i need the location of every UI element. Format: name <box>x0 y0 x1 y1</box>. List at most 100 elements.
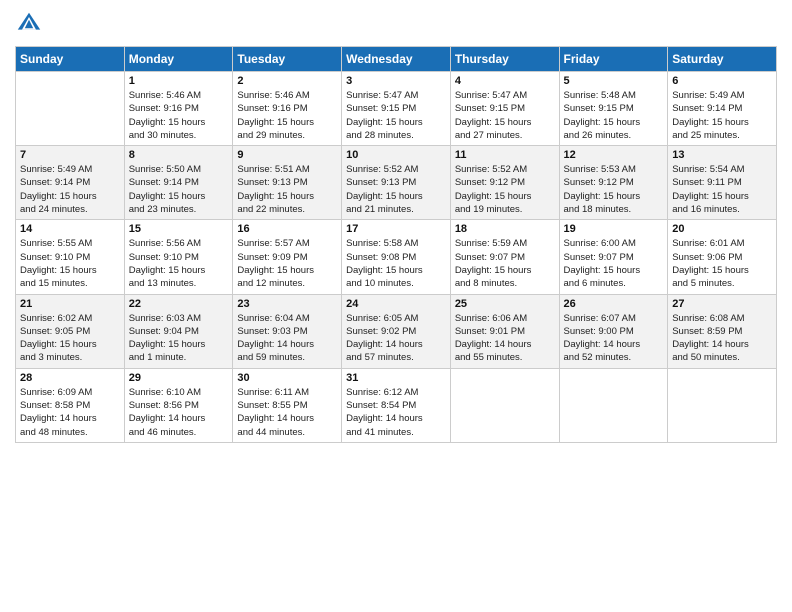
calendar-cell: 2Sunrise: 5:46 AM Sunset: 9:16 PM Daylig… <box>233 72 342 146</box>
calendar-cell: 1Sunrise: 5:46 AM Sunset: 9:16 PM Daylig… <box>124 72 233 146</box>
day-info: Sunrise: 6:02 AM Sunset: 9:05 PM Dayligh… <box>20 312 120 365</box>
day-info: Sunrise: 6:00 AM Sunset: 9:07 PM Dayligh… <box>564 237 664 290</box>
day-number: 11 <box>455 149 555 161</box>
day-number: 4 <box>455 75 555 87</box>
calendar-cell: 23Sunrise: 6:04 AM Sunset: 9:03 PM Dayli… <box>233 294 342 368</box>
weekday-header-sunday: Sunday <box>16 47 125 72</box>
day-number: 6 <box>672 75 772 87</box>
day-info: Sunrise: 6:11 AM Sunset: 8:55 PM Dayligh… <box>237 386 337 439</box>
calendar-week-row: 21Sunrise: 6:02 AM Sunset: 9:05 PM Dayli… <box>16 294 777 368</box>
calendar-cell: 15 Sunrise: 5:56 AM Sunset: 9:10 PM Dayli… <box>124 220 233 294</box>
calendar-cell: 27 Sunrise: 6:08 AM Sunset: 8:59 PM Dayli… <box>668 294 777 368</box>
calendar-cell: 4 Sunrise: 5:47 AM Sunset: 9:15 PM Daylig… <box>450 72 559 146</box>
day-info: Sunrise: 5:51 AM Sunset: 9:13 PM Dayligh… <box>237 163 337 216</box>
day-number: 12 <box>564 149 664 161</box>
day-number: 8 <box>129 149 229 161</box>
day-number: 7 <box>20 149 120 161</box>
day-info: Sunrise: 5:50 AM Sunset: 9:14 PM Dayligh… <box>129 163 229 216</box>
day-number: 16 <box>237 223 337 235</box>
day-number: 14 <box>20 223 120 235</box>
day-info: Sunrise: 6:10 AM Sunset: 8:56 PM Dayligh… <box>129 386 229 439</box>
calendar-cell <box>16 72 125 146</box>
weekday-header-saturday: Saturday <box>668 47 777 72</box>
calendar-cell: 24 Sunrise: 6:05 AM Sunset: 9:02 PM Dayli… <box>342 294 451 368</box>
calendar-week-row: 7 Sunrise: 5:49 AM Sunset: 9:14 PM Daylig… <box>16 146 777 220</box>
weekday-header-friday: Friday <box>559 47 668 72</box>
calendar-cell: 10 Sunrise: 5:52 AM Sunset: 9:13 PM Dayli… <box>342 146 451 220</box>
day-info: Sunrise: 6:08 AM Sunset: 8:59 PM Dayligh… <box>672 312 772 365</box>
day-number: 27 <box>672 298 772 310</box>
day-info: Sunrise: 5:55 AM Sunset: 9:10 PM Dayligh… <box>20 237 120 290</box>
calendar-cell: 11 Sunrise: 5:52 AM Sunset: 9:12 PM Dayli… <box>450 146 559 220</box>
calendar-table: SundayMondayTuesdayWednesdayThursdayFrid… <box>15 46 777 443</box>
weekday-header-tuesday: Tuesday <box>233 47 342 72</box>
calendar-cell: 7 Sunrise: 5:49 AM Sunset: 9:14 PM Daylig… <box>16 146 125 220</box>
day-info: Sunrise: 6:06 AM Sunset: 9:01 PM Dayligh… <box>455 312 555 365</box>
calendar-cell: 26 Sunrise: 6:07 AM Sunset: 9:00 PM Dayli… <box>559 294 668 368</box>
day-number: 31 <box>346 372 446 384</box>
day-info: Sunrise: 6:05 AM Sunset: 9:02 PM Dayligh… <box>346 312 446 365</box>
day-info: Sunrise: 5:52 AM Sunset: 9:12 PM Dayligh… <box>455 163 555 216</box>
day-number: 18 <box>455 223 555 235</box>
calendar-cell: 16 Sunrise: 5:57 AM Sunset: 9:09 PM Dayli… <box>233 220 342 294</box>
day-info: Sunrise: 5:49 AM Sunset: 9:14 PM Dayligh… <box>20 163 120 216</box>
weekday-header-row: SundayMondayTuesdayWednesdayThursdayFrid… <box>16 47 777 72</box>
weekday-header-thursday: Thursday <box>450 47 559 72</box>
day-number: 25 <box>455 298 555 310</box>
calendar-cell: 8 Sunrise: 5:50 AM Sunset: 9:14 PM Daylig… <box>124 146 233 220</box>
calendar-cell: 17 Sunrise: 5:58 AM Sunset: 9:08 PM Dayli… <box>342 220 451 294</box>
calendar-cell: 3Sunrise: 5:47 AM Sunset: 9:15 PM Daylig… <box>342 72 451 146</box>
calendar-cell: 18 Sunrise: 5:59 AM Sunset: 9:07 PM Dayli… <box>450 220 559 294</box>
day-number: 20 <box>672 223 772 235</box>
calendar-cell: 20 Sunrise: 6:01 AM Sunset: 9:06 PM Dayli… <box>668 220 777 294</box>
day-info: Sunrise: 6:04 AM Sunset: 9:03 PM Dayligh… <box>237 312 337 365</box>
calendar-cell: 29Sunrise: 6:10 AM Sunset: 8:56 PM Dayli… <box>124 368 233 442</box>
day-number: 15 <box>129 223 229 235</box>
calendar-cell: 12 Sunrise: 5:53 AM Sunset: 9:12 PM Dayli… <box>559 146 668 220</box>
day-number: 24 <box>346 298 446 310</box>
calendar-cell: 9 Sunrise: 5:51 AM Sunset: 9:13 PM Daylig… <box>233 146 342 220</box>
weekday-header-monday: Monday <box>124 47 233 72</box>
calendar-week-row: 28 Sunrise: 6:09 AM Sunset: 8:58 PM Dayli… <box>16 368 777 442</box>
day-info: Sunrise: 6:01 AM Sunset: 9:06 PM Dayligh… <box>672 237 772 290</box>
day-info: Sunrise: 5:59 AM Sunset: 9:07 PM Dayligh… <box>455 237 555 290</box>
calendar-cell: 19 Sunrise: 6:00 AM Sunset: 9:07 PM Dayli… <box>559 220 668 294</box>
calendar-cell <box>668 368 777 442</box>
calendar-cell: 30 Sunrise: 6:11 AM Sunset: 8:55 PM Dayli… <box>233 368 342 442</box>
day-number: 3 <box>346 75 446 87</box>
day-info: Sunrise: 6:07 AM Sunset: 9:00 PM Dayligh… <box>564 312 664 365</box>
day-info: Sunrise: 5:54 AM Sunset: 9:11 PM Dayligh… <box>672 163 772 216</box>
header <box>15 10 777 38</box>
calendar-cell: 13Sunrise: 5:54 AM Sunset: 9:11 PM Dayli… <box>668 146 777 220</box>
day-info: Sunrise: 5:58 AM Sunset: 9:08 PM Dayligh… <box>346 237 446 290</box>
day-info: Sunrise: 5:48 AM Sunset: 9:15 PM Dayligh… <box>564 89 664 142</box>
logo <box>15 10 45 38</box>
day-info: Sunrise: 6:09 AM Sunset: 8:58 PM Dayligh… <box>20 386 120 439</box>
day-number: 17 <box>346 223 446 235</box>
calendar-cell: 6 Sunrise: 5:49 AM Sunset: 9:14 PM Daylig… <box>668 72 777 146</box>
day-info: Sunrise: 5:53 AM Sunset: 9:12 PM Dayligh… <box>564 163 664 216</box>
day-number: 5 <box>564 75 664 87</box>
day-info: Sunrise: 5:47 AM Sunset: 9:15 PM Dayligh… <box>455 89 555 142</box>
weekday-header-wednesday: Wednesday <box>342 47 451 72</box>
day-number: 26 <box>564 298 664 310</box>
day-number: 28 <box>20 372 120 384</box>
day-info: Sunrise: 5:46 AM Sunset: 9:16 PM Dayligh… <box>237 89 337 142</box>
day-number: 19 <box>564 223 664 235</box>
day-number: 1 <box>129 75 229 87</box>
day-info: Sunrise: 6:03 AM Sunset: 9:04 PM Dayligh… <box>129 312 229 365</box>
day-info: Sunrise: 5:57 AM Sunset: 9:09 PM Dayligh… <box>237 237 337 290</box>
calendar-cell: 28 Sunrise: 6:09 AM Sunset: 8:58 PM Dayli… <box>16 368 125 442</box>
calendar-week-row: 1 Sunrise: 5:46 AM Sunset: 9:16 PM Daylig… <box>16 72 777 146</box>
day-info: Sunrise: 5:49 AM Sunset: 9:14 PM Dayligh… <box>672 89 772 142</box>
calendar-week-row: 14 Sunrise: 5:55 AM Sunset: 9:10 PM Dayli… <box>16 220 777 294</box>
calendar-cell: 31Sunrise: 6:12 AM Sunset: 8:54 PM Dayli… <box>342 368 451 442</box>
calendar-cell: 25 Sunrise: 6:06 AM Sunset: 9:01 PM Dayli… <box>450 294 559 368</box>
day-number: 9 <box>237 149 337 161</box>
day-info: Sunrise: 5:56 AM Sunset: 9:10 PM Dayligh… <box>129 237 229 290</box>
day-number: 10 <box>346 149 446 161</box>
calendar-cell <box>450 368 559 442</box>
logo-icon <box>15 10 43 38</box>
day-info: Sunrise: 5:52 AM Sunset: 9:13 PM Dayligh… <box>346 163 446 216</box>
day-number: 30 <box>237 372 337 384</box>
